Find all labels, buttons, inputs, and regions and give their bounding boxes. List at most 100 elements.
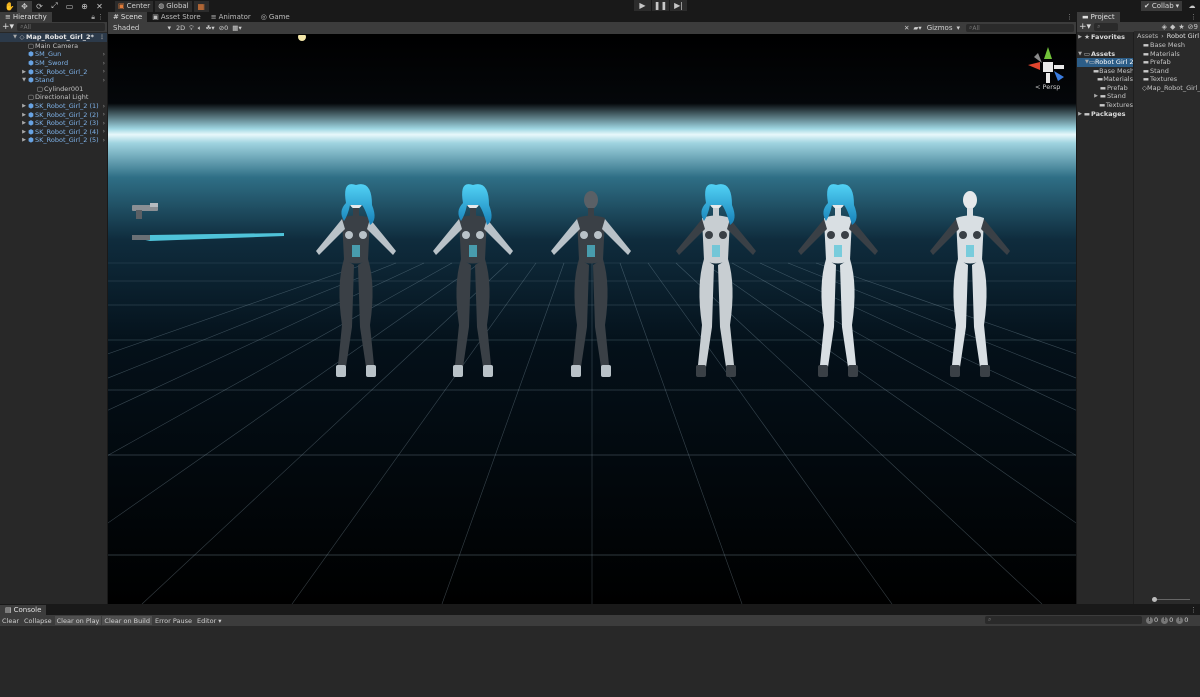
packages-item[interactable]: ▶ ▬ Packages (1077, 110, 1133, 119)
hierarchy-search-input[interactable]: ⌕ All (17, 23, 105, 31)
hierarchy-item[interactable]: ▢ Directional Light (0, 93, 107, 102)
favorites-item[interactable]: ▶ ★ Favorites (1077, 33, 1133, 42)
hierarchy-item[interactable]: ▼ ⬢ Stand › (0, 76, 107, 85)
assets-item[interactable]: ▼ ▭ Assets (1077, 50, 1133, 59)
hierarchy-item[interactable]: ▶ ⬢ SK_Robot_Girl_2 (3) › (0, 119, 107, 128)
collab-button[interactable]: ✔ Collab ▾ (1141, 1, 1183, 11)
effects-icon[interactable]: ☘▾ (204, 24, 217, 33)
lighting-icon[interactable]: 💡︎ (187, 24, 196, 33)
chevron-right-icon[interactable]: › (103, 68, 105, 75)
scene-render[interactable] (108, 35, 1076, 604)
console-search-input[interactable]: ⌕ (985, 616, 1142, 624)
project-asset-item[interactable]: ▬ Stand (1134, 67, 1200, 76)
camera-icon[interactable]: ▰▾ (911, 24, 923, 33)
console-clear-on-play-button[interactable]: Clear on Play (54, 616, 102, 625)
scale-tool-icon[interactable]: ⤢ (47, 1, 62, 12)
project-tree-item[interactable]: ▬ Textures (1077, 101, 1133, 110)
add-icon[interactable]: +▾ (2, 22, 14, 32)
kebab-menu-icon[interactable]: ⋮ (1190, 606, 1197, 614)
toggle-2d-button[interactable]: 2D (174, 24, 187, 33)
add-icon[interactable]: +▾ (1079, 22, 1091, 32)
rotate-tool-icon[interactable]: ⟳ (32, 1, 47, 12)
project-tree-item[interactable]: ▬ Prefab (1077, 84, 1133, 93)
tools-icon[interactable]: ✕ (902, 24, 911, 33)
star-filter-icon[interactable]: ★ (1178, 23, 1184, 31)
hidden-packages-button[interactable]: ⊘9 (1188, 23, 1198, 31)
hand-tool-icon[interactable]: ✋ (2, 1, 17, 12)
project-asset-item[interactable]: ▬ Prefab (1134, 58, 1200, 67)
project-asset-item[interactable]: ◇ Map_Robot_Girl_2 (1134, 84, 1200, 93)
hierarchy-item[interactable]: ▶ ⬢ SK_Robot_Girl_2 (4) › (0, 128, 107, 137)
console-editor-button[interactable]: Editor ▾ (195, 616, 224, 625)
project-tree-item[interactable]: ▼ ▭ Robot Girl 2 (1077, 58, 1133, 67)
hidden-objects-button[interactable]: ⊘ 0 (217, 24, 231, 33)
hierarchy-item[interactable]: ▢ Main Camera (0, 42, 107, 51)
tab-game[interactable]: ◎ Game (256, 12, 295, 22)
tab-asset-store[interactable]: ▣ Asset Store (147, 12, 206, 22)
pivot-center-button[interactable]: ▣ Center (115, 0, 154, 12)
tab-scene[interactable]: # Scene (108, 12, 148, 22)
tab-animator[interactable]: ≡ Animator (206, 12, 256, 22)
audio-icon[interactable]: 🔈︎ (196, 24, 204, 33)
tab-project[interactable]: ▬ Project (1077, 12, 1120, 22)
project-asset-item[interactable]: ▬ Textures (1134, 75, 1200, 84)
hierarchy-item[interactable]: ▼ ◇ Map_Robot_Girl_2* ⋮ (0, 33, 107, 42)
rect-tool-icon[interactable]: ▭ (62, 1, 77, 12)
play-icon[interactable]: ▶ (634, 0, 651, 11)
console-clear-button[interactable]: Clear (0, 616, 21, 625)
hierarchy-item[interactable]: ▶ ⬢ SK_Robot_Girl_2 › (0, 67, 107, 76)
chevron-right-icon[interactable]: › (103, 51, 105, 58)
chevron-right-icon[interactable]: › (103, 77, 105, 84)
chevron-right-icon[interactable]: › (103, 60, 105, 67)
console-collapse-button[interactable]: Collapse (22, 616, 54, 625)
error-toggle[interactable]: ! 0 (1176, 616, 1188, 624)
tab-console[interactable]: ▤ Console (0, 605, 47, 615)
scene-search-input[interactable]: ⌕ All (966, 24, 1074, 32)
shading-mode-dropdown[interactable]: Shaded ▾ (110, 24, 174, 33)
hierarchy-item[interactable]: ⬢ SM_Sword › (0, 59, 107, 68)
hierarchy-item[interactable]: ▶ ⬢ SK_Robot_Girl_2 (2) › (0, 110, 107, 119)
hierarchy-item[interactable]: ⬢ SM_Gun › (0, 50, 107, 59)
hierarchy-item[interactable]: ▢ Cylinder001 (0, 85, 107, 94)
project-tree-item[interactable]: ▶ ▬ Stand (1077, 92, 1133, 101)
gizmo-center-icon[interactable] (1043, 62, 1053, 72)
kebab-menu-icon[interactable]: ⋮ (97, 13, 104, 21)
kebab-menu-icon[interactable]: ⋮ (99, 34, 105, 41)
step-icon[interactable]: ▶| (670, 0, 687, 11)
tab-hierarchy[interactable]: ≡ Hierarchy (0, 12, 52, 22)
move-tool-icon[interactable]: ✥ (17, 0, 32, 12)
lock-icon[interactable]: 🔒︎ (91, 13, 95, 22)
chevron-right-icon[interactable]: › (103, 128, 105, 135)
slider-handle[interactable] (1152, 597, 1157, 602)
breadcrumb-robot-girl[interactable]: Robot Girl 2 (1167, 32, 1200, 40)
pause-icon[interactable]: ❚❚ (652, 0, 669, 11)
kebab-menu-icon[interactable]: ⋮ (1190, 13, 1197, 21)
project-tree-item[interactable]: ▬ Base Mesh (1077, 67, 1133, 76)
chevron-right-icon[interactable]: › (103, 120, 105, 127)
filter-type-icon[interactable]: ◈ (1162, 23, 1167, 31)
console-log-area[interactable] (0, 626, 1200, 696)
hierarchy-item[interactable]: ▶ ⬢ SK_Robot_Girl_2 (5) › (0, 136, 107, 145)
chevron-right-icon[interactable]: › (103, 111, 105, 118)
transform-tool-icon[interactable]: ⊕ (77, 1, 92, 12)
chevron-right-icon[interactable]: › (103, 103, 105, 110)
snap-icon[interactable]: ▦ (193, 0, 209, 12)
custom-tool-icon[interactable]: ✕ (92, 1, 107, 12)
project-asset-item[interactable]: ▬ Base Mesh (1134, 41, 1200, 50)
project-search-input[interactable]: ⌕ (1094, 23, 1119, 31)
console-clear-on-build-button[interactable]: Clear on Build (102, 616, 152, 625)
filter-label-icon[interactable]: ◆ (1170, 23, 1175, 31)
grid-icon[interactable]: ▦▾ (230, 24, 243, 33)
pivot-global-button[interactable]: ◍ Global (155, 0, 192, 12)
perspective-label[interactable]: < Persp (1035, 83, 1060, 91)
log-toggle[interactable]: ! 0 (1146, 616, 1158, 624)
icon-size-slider[interactable] (1152, 597, 1190, 602)
hierarchy-item[interactable]: ▶ ⬢ SK_Robot_Girl_2 (1) › (0, 102, 107, 111)
cloud-icon[interactable]: ☁ (1186, 1, 1198, 11)
breadcrumb-assets[interactable]: Assets (1137, 32, 1158, 40)
gizmos-dropdown[interactable]: Gizmos ▾ (924, 24, 963, 33)
project-asset-item[interactable]: ▬ Materials (1134, 50, 1200, 59)
chevron-right-icon[interactable]: › (103, 137, 105, 144)
project-tree-item[interactable]: ▬ Materials (1077, 75, 1133, 84)
scene-viewport[interactable]: < Persp (108, 35, 1076, 604)
